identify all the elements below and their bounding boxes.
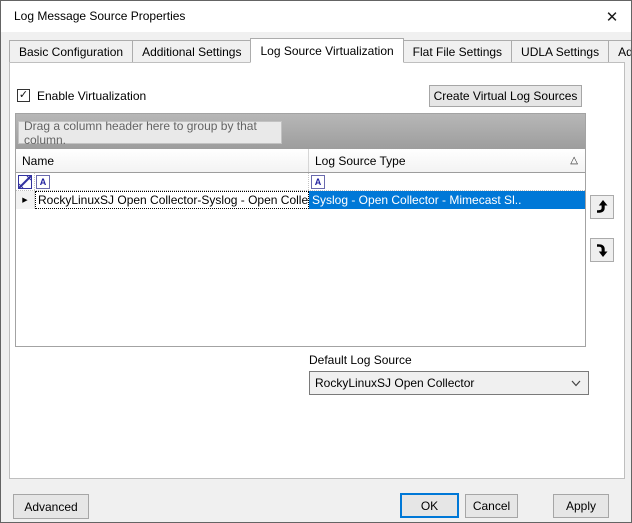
column-header-label: Name	[22, 154, 54, 168]
tab-label: Basic Configuration	[19, 45, 123, 59]
filter-indicator-cell[interactable]	[16, 173, 35, 190]
tab-label: Log Source Virtualization	[260, 44, 393, 58]
tab-basic-configuration[interactable]: Basic Configuration	[9, 40, 133, 62]
tab-label: Flat File Settings	[413, 45, 502, 59]
tab-flat-file-settings[interactable]: Flat File Settings	[403, 40, 512, 62]
tab-additional-info[interactable]: Additional Info	[608, 40, 632, 62]
default-log-source-value: RockyLinuxSJ Open Collector	[315, 376, 474, 390]
row-name-text: RockyLinuxSJ Open Collector-Syslog - Ope…	[38, 193, 309, 207]
title-bar: Log Message Source Properties ✕	[1, 1, 631, 32]
close-icon: ✕	[606, 8, 619, 26]
tab-udla-settings[interactable]: UDLA Settings	[511, 40, 609, 62]
ok-button[interactable]: OK	[400, 493, 459, 518]
tab-strip: Basic Configuration Additional Settings …	[9, 38, 632, 62]
close-button[interactable]: ✕	[597, 4, 627, 29]
tab-label: UDLA Settings	[521, 45, 599, 59]
row-indicator-icon: ▶	[22, 196, 27, 204]
column-header-label: Log Source Type	[315, 154, 406, 168]
table-row[interactable]: ▶ RockyLinuxSJ Open Collector-Syslog - O…	[16, 191, 585, 209]
row-indicator-cell: ▶	[16, 191, 35, 209]
text-filter-icon: A	[36, 175, 50, 189]
log-message-source-properties-dialog: Log Message Source Properties ✕ Basic Co…	[0, 0, 632, 523]
move-up-button[interactable]	[590, 195, 614, 219]
tab-log-source-virtualization[interactable]: Log Source Virtualization	[250, 38, 403, 63]
group-by-panel[interactable]: Drag a column header here to group by th…	[16, 114, 585, 149]
column-header-log-source-type[interactable]: Log Source Type △	[309, 149, 585, 172]
tab-additional-settings[interactable]: Additional Settings	[132, 40, 251, 62]
row-name-cell[interactable]: RockyLinuxSJ Open Collector-Syslog - Ope…	[35, 191, 309, 209]
default-log-source-label: Default Log Source	[309, 353, 412, 367]
text-filter-icon: A	[311, 175, 325, 189]
group-by-hint: Drag a column header here to group by th…	[18, 121, 282, 144]
apply-button[interactable]: Apply	[553, 494, 609, 518]
column-header-name[interactable]: Name	[16, 149, 309, 172]
default-log-source-dropdown[interactable]: RockyLinuxSJ Open Collector	[309, 371, 589, 395]
enable-virtualization-checkbox[interactable]: ✓	[17, 89, 30, 102]
row-log-source-type-text: Syslog - Open Collector - Mimecast Sl..	[312, 193, 521, 207]
enable-virtualization-label: Enable Virtualization	[37, 89, 146, 103]
dialog-title: Log Message Source Properties	[14, 9, 185, 23]
cancel-button[interactable]: Cancel	[465, 494, 518, 518]
row-log-source-type-cell[interactable]: Syslog - Open Collector - Mimecast Sl..	[309, 191, 585, 209]
checkmark-icon: ✓	[19, 90, 28, 101]
advanced-button[interactable]: Advanced	[13, 494, 89, 519]
move-down-icon	[593, 241, 611, 259]
chevron-down-icon	[571, 380, 581, 387]
name-filter-cell[interactable]: A	[35, 173, 309, 190]
move-down-button[interactable]	[590, 238, 614, 262]
log-source-type-filter-cell[interactable]: A	[309, 173, 585, 190]
move-up-icon	[593, 198, 611, 216]
grid-filter-row: A A	[16, 173, 585, 191]
edit-filter-icon	[18, 175, 32, 189]
tab-label: Additional Info	[618, 45, 632, 59]
virtual-log-sources-grid: Drag a column header here to group by th…	[15, 113, 586, 347]
tab-label: Additional Settings	[142, 45, 241, 59]
create-virtual-log-sources-button[interactable]: Create Virtual Log Sources	[429, 85, 582, 107]
sort-ascending-icon: △	[570, 155, 578, 166]
grid-header-row: Name Log Source Type △	[16, 149, 585, 173]
